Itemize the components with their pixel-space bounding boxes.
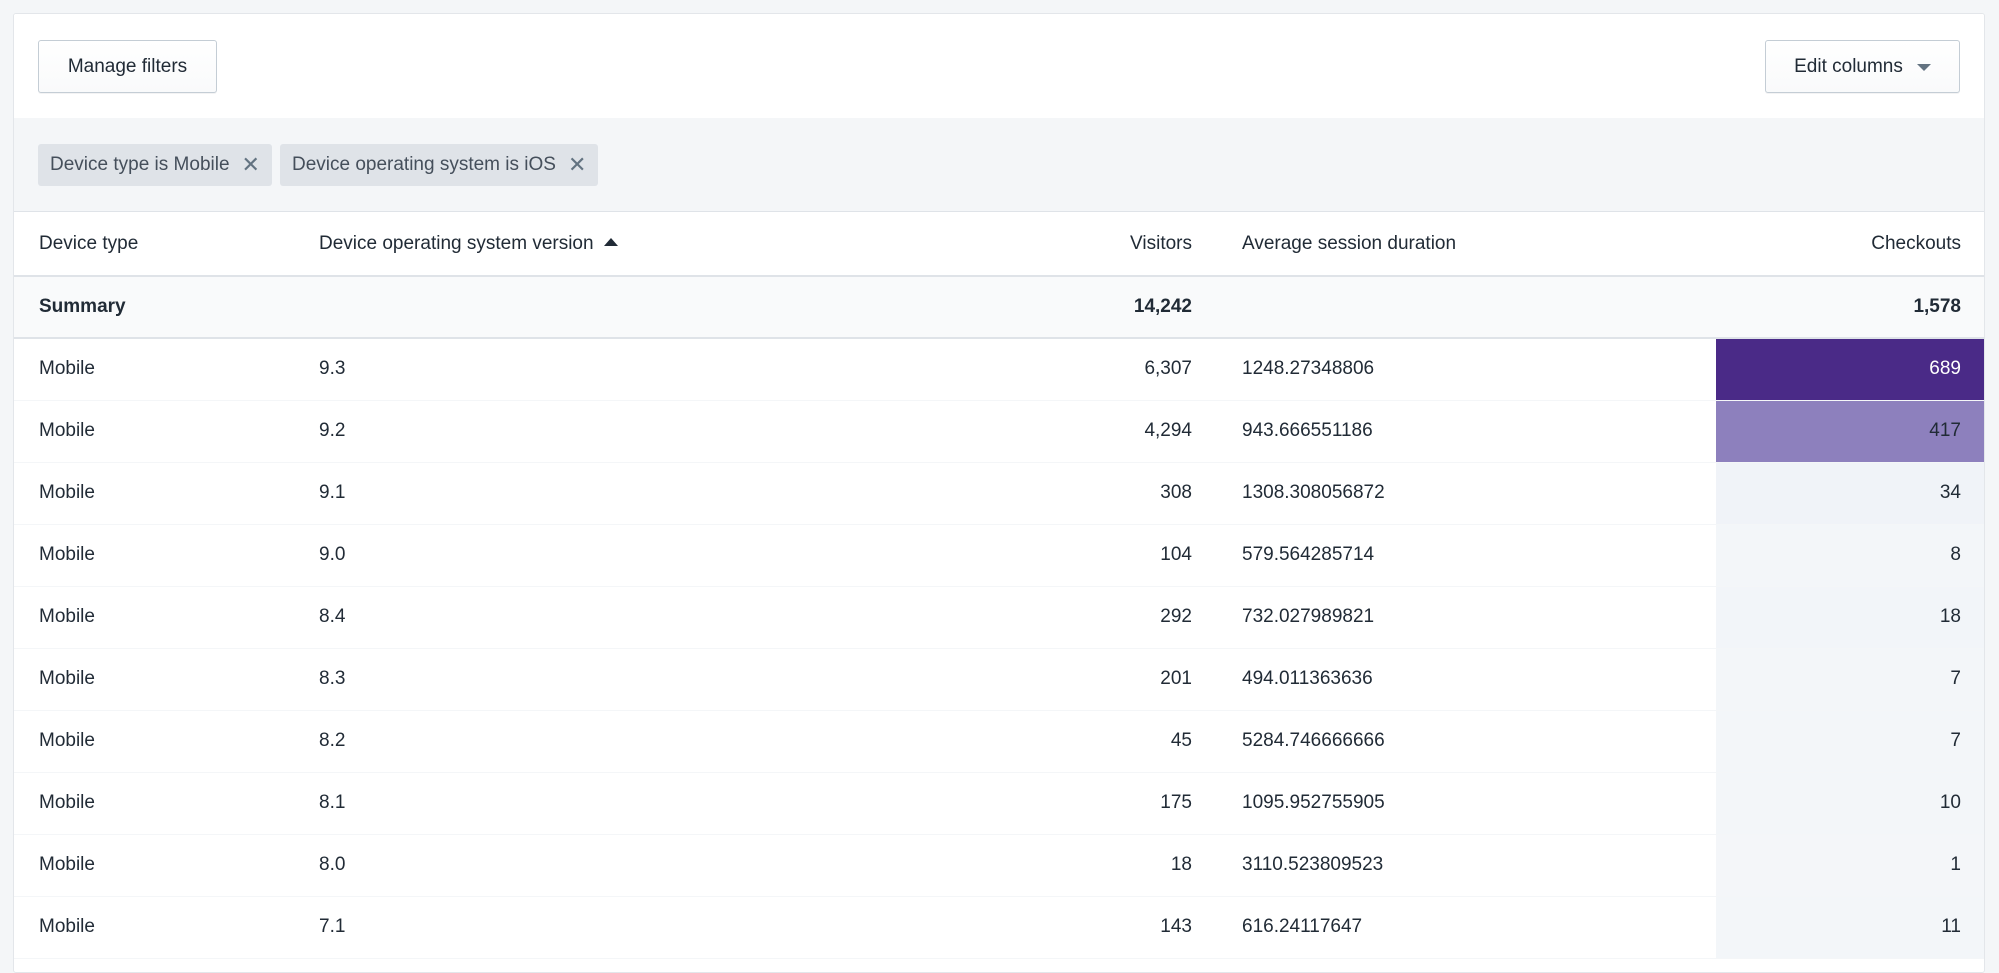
table-row[interactable]: Mobile 7.1 143 616.24117647 11 (14, 896, 1984, 959)
cell-checkouts: 417 (1716, 400, 1984, 463)
cell-visitors: 175 (899, 772, 1217, 835)
column-header-device-type[interactable]: Device type (14, 212, 294, 277)
cell-visitors: 292 (899, 586, 1217, 649)
cell-checkouts: 18 (1716, 586, 1984, 649)
cell-os-version: 9.1 (294, 462, 899, 525)
cell-visitors: 4,294 (899, 400, 1217, 463)
cell-avg-session-duration: 1095.952755905 (1217, 772, 1716, 835)
cell-device-type: Mobile (14, 400, 294, 463)
cell-avg-session-duration: 943.666551186 (1217, 400, 1716, 463)
cell-visitors: 143 (899, 896, 1217, 959)
cell-checkouts: 1 (1716, 834, 1984, 897)
summary-checkouts: 1,578 (1716, 276, 1984, 339)
cell-avg-session-duration: 1308.308056872 (1217, 462, 1716, 525)
filter-tag-label: Device type is Mobile (50, 153, 230, 175)
manage-filters-button[interactable]: Manage filters (38, 40, 217, 93)
cell-device-type: Mobile (14, 338, 294, 401)
table-row[interactable]: Mobile 8.4 292 732.027989821 18 (14, 586, 1984, 649)
edit-columns-button[interactable]: Edit columns (1765, 40, 1960, 93)
sort-ascending-icon (603, 237, 618, 246)
cell-checkouts: 7 (1716, 710, 1984, 773)
cell-visitors: 45 (899, 710, 1217, 773)
cell-avg-session-duration: 732.027989821 (1217, 586, 1716, 649)
cell-avg-session-duration: 5284.746666666 (1217, 710, 1716, 773)
cell-visitors: 201 (899, 648, 1217, 711)
cell-os-version: 9.0 (294, 524, 899, 587)
cell-avg-session-duration: 1248.27348806 (1217, 338, 1716, 401)
close-icon[interactable]: ✕ (242, 153, 260, 176)
cell-os-version: 9.3 (294, 338, 899, 401)
cell-checkouts: 689 (1716, 338, 1984, 401)
cell-visitors: 104 (899, 524, 1217, 587)
table-row[interactable]: Mobile 9.0 104 579.564285714 8 (14, 524, 1984, 587)
cell-device-type: Mobile (14, 524, 294, 587)
column-header-label: Average session duration (1242, 232, 1457, 254)
cell-device-type: Mobile (14, 710, 294, 773)
column-header-avg-session-duration[interactable]: Average session duration (1217, 212, 1716, 277)
summary-empty (294, 276, 899, 339)
filter-tag: Device operating system is iOS ✕ (279, 143, 599, 186)
column-header-os-version[interactable]: Device operating system version (294, 212, 899, 277)
cell-checkouts: 8 (1716, 524, 1984, 587)
cell-device-type: Mobile (14, 586, 294, 649)
manage-filters-label: Manage filters (67, 55, 188, 77)
cell-avg-session-duration: 3110.523809523 (1217, 834, 1716, 897)
cell-os-version: 8.1 (294, 772, 899, 835)
table-row[interactable]: Mobile 9.1 308 1308.308056872 34 (14, 462, 1984, 525)
cell-device-type: Mobile (14, 648, 294, 711)
table-row[interactable]: Mobile 8.1 175 1095.952755905 10 (14, 772, 1984, 835)
cell-os-version: 8.0 (294, 834, 899, 897)
cell-checkouts: 7 (1716, 648, 1984, 711)
table-row[interactable]: Mobile 8.2 45 5284.746666666 7 (14, 710, 1984, 773)
cell-checkouts: 10 (1716, 772, 1984, 835)
column-header-label: Checkouts (1871, 232, 1961, 254)
cell-device-type: Mobile (14, 896, 294, 959)
cell-device-type: Mobile (14, 834, 294, 897)
filter-tag: Device type is Mobile ✕ (38, 143, 272, 186)
table-row[interactable]: Mobile 8.0 18 3110.523809523 1 (14, 834, 1984, 897)
cell-visitors: 6,307 (899, 338, 1217, 401)
cell-visitors: 18 (899, 834, 1217, 897)
cell-checkouts: 11 (1716, 896, 1984, 959)
cell-avg-session-duration: 579.564285714 (1217, 524, 1716, 587)
report-card: Manage filters Edit columns Device type … (13, 13, 1985, 973)
caret-down-icon (1916, 64, 1931, 71)
cell-checkouts: 34 (1716, 462, 1984, 525)
summary-visitors: 14,242 (899, 276, 1217, 339)
cell-avg-session-duration: 616.24117647 (1217, 896, 1716, 959)
cell-os-version: 8.2 (294, 710, 899, 773)
column-header-label: Device operating system version (319, 232, 594, 254)
close-icon[interactable]: ✕ (568, 153, 586, 176)
column-header-label: Device type (39, 232, 139, 254)
cell-os-version: 9.2 (294, 400, 899, 463)
column-header-label: Visitors (1130, 232, 1192, 254)
table-row[interactable]: Mobile 9.3 6,307 1248.27348806 689 (14, 338, 1984, 401)
cell-os-version: 7.1 (294, 896, 899, 959)
column-header-visitors[interactable]: Visitors (899, 212, 1217, 277)
summary-label: Summary (14, 276, 294, 339)
column-header-checkouts[interactable]: Checkouts (1716, 212, 1984, 277)
summary-row: Summary 14,242 1,578 (14, 276, 1984, 339)
table-header-row: Device type Device operating system vers… (14, 212, 1984, 277)
cell-visitors: 308 (899, 462, 1217, 525)
cell-device-type: Mobile (14, 462, 294, 525)
cell-os-version: 8.4 (294, 586, 899, 649)
report-table: Device type Device operating system vers… (14, 212, 1984, 959)
table-row[interactable]: Mobile 8.3 201 494.011363636 7 (14, 648, 1984, 711)
active-filters-bar: Device type is Mobile ✕ Device operating… (14, 118, 1984, 212)
summary-empty (1217, 276, 1716, 339)
cell-avg-session-duration: 494.011363636 (1217, 648, 1716, 711)
filter-tag-label: Device operating system is iOS (291, 153, 556, 175)
cell-device-type: Mobile (14, 772, 294, 835)
edit-columns-label: Edit columns (1794, 55, 1903, 77)
cell-os-version: 8.3 (294, 648, 899, 711)
table-row[interactable]: Mobile 9.2 4,294 943.666551186 417 (14, 400, 1984, 463)
report-toolbar: Manage filters Edit columns (14, 14, 1984, 118)
